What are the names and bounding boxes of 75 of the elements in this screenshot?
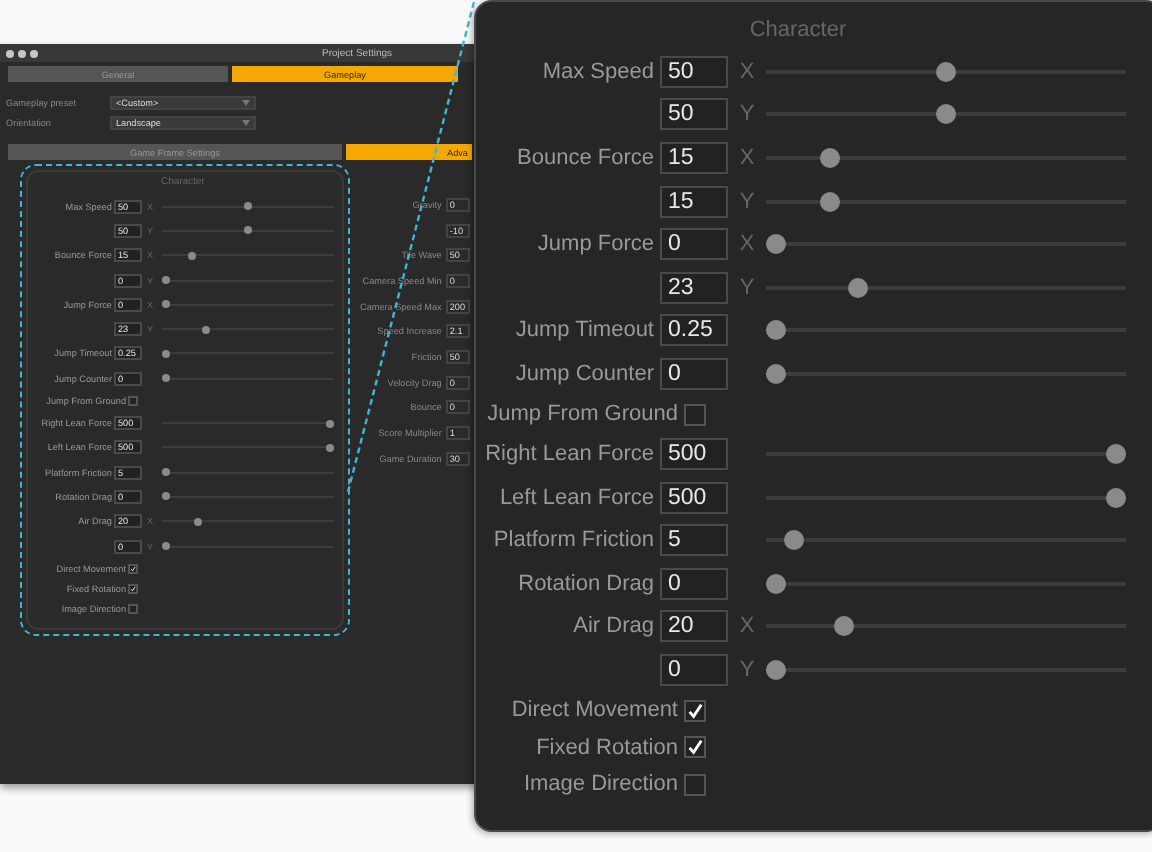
slider-thumb[interactable] xyxy=(847,277,868,298)
slider-thumb[interactable] xyxy=(834,616,854,637)
slider-thumb[interactable] xyxy=(201,325,210,334)
axis-label: X xyxy=(737,145,757,170)
field-label: Jump Timeout xyxy=(513,318,654,343)
slider-thumb[interactable] xyxy=(766,660,786,681)
checkbox[interactable] xyxy=(684,403,706,425)
number-field[interactable]: 0 xyxy=(660,228,728,261)
caret-icon xyxy=(242,119,250,125)
field-label: Platform Friction xyxy=(491,528,654,553)
number-field[interactable]: 50 xyxy=(660,55,728,88)
slider-thumb[interactable] xyxy=(766,573,786,594)
checkbox[interactable] xyxy=(684,736,706,759)
slider-thumb[interactable] xyxy=(326,419,334,428)
number-field[interactable]: 15 xyxy=(660,185,728,218)
checkbox[interactable] xyxy=(128,583,138,594)
number-field[interactable]: 0 xyxy=(660,357,728,390)
number-field[interactable]: 0 xyxy=(660,567,728,600)
slider-thumb[interactable] xyxy=(194,517,203,526)
axis-label: Y xyxy=(737,275,757,300)
slider-thumb[interactable] xyxy=(162,492,170,501)
field-label: Jump Force xyxy=(535,232,654,257)
axis-label: Y xyxy=(737,189,757,214)
slider-thumb[interactable] xyxy=(783,530,803,551)
slider-thumb[interactable] xyxy=(162,276,170,285)
field-label: Bounce Force xyxy=(515,145,654,170)
slider-thumb[interactable] xyxy=(162,542,170,550)
field-label: Air Drag xyxy=(571,614,654,639)
number-field[interactable]: 500 xyxy=(660,481,728,514)
field-label: Rotation Drag xyxy=(516,571,654,596)
field-label: Max Speed xyxy=(540,59,654,84)
slider-thumb[interactable] xyxy=(162,468,170,477)
slider-thumb[interactable] xyxy=(766,320,786,341)
slider-thumb[interactable] xyxy=(936,61,956,82)
slider-thumb[interactable] xyxy=(820,191,841,212)
checkbox[interactable] xyxy=(684,699,706,722)
field-label: Right Lean Force xyxy=(483,442,654,467)
caret-icon xyxy=(242,99,250,105)
field-label: Fixed Rotation xyxy=(534,735,678,760)
checkbox[interactable] xyxy=(128,395,138,406)
slider-thumb[interactable] xyxy=(162,374,170,383)
slider-thumb[interactable] xyxy=(244,202,252,211)
field-label: Image Direction xyxy=(521,772,678,797)
checkbox[interactable] xyxy=(684,773,706,796)
slider-thumb[interactable] xyxy=(1106,444,1126,465)
axis-label: X xyxy=(737,232,757,257)
field-label: Jump From Ground xyxy=(485,402,678,426)
number-field[interactable]: 5 xyxy=(660,524,728,557)
slider-thumb[interactable] xyxy=(162,349,170,358)
number-field[interactable]: 500 xyxy=(660,438,728,471)
slider-thumb[interactable] xyxy=(1106,487,1126,508)
slider-thumb[interactable] xyxy=(244,226,252,235)
number-field[interactable]: 50 xyxy=(660,98,728,131)
slider-thumb[interactable] xyxy=(188,251,197,260)
field-label: Left Lean Force xyxy=(497,485,654,510)
axis-label: X xyxy=(737,614,757,639)
number-field[interactable]: 15 xyxy=(660,141,728,174)
slider-thumb[interactable] xyxy=(766,363,786,384)
number-field[interactable]: 0.25 xyxy=(660,314,728,347)
field-label: Direct Movement xyxy=(509,698,678,723)
number-field[interactable]: 20 xyxy=(660,610,728,643)
slider-thumb[interactable] xyxy=(162,300,170,309)
number-field[interactable]: 0 xyxy=(660,654,728,687)
checkbox[interactable] xyxy=(128,563,138,574)
number-field[interactable]: 23 xyxy=(660,271,728,304)
slider-thumb[interactable] xyxy=(766,234,786,255)
panel-title: Character xyxy=(747,18,849,46)
axis-label: X xyxy=(737,59,757,84)
slider-thumb[interactable] xyxy=(936,104,956,125)
slider-thumb[interactable] xyxy=(820,147,841,168)
axis-label: Y xyxy=(737,658,757,683)
slider-thumb[interactable] xyxy=(326,443,334,452)
axis-label: Y xyxy=(737,102,757,127)
field-label: Jump Counter xyxy=(513,361,654,386)
checkbox[interactable] xyxy=(128,603,138,614)
